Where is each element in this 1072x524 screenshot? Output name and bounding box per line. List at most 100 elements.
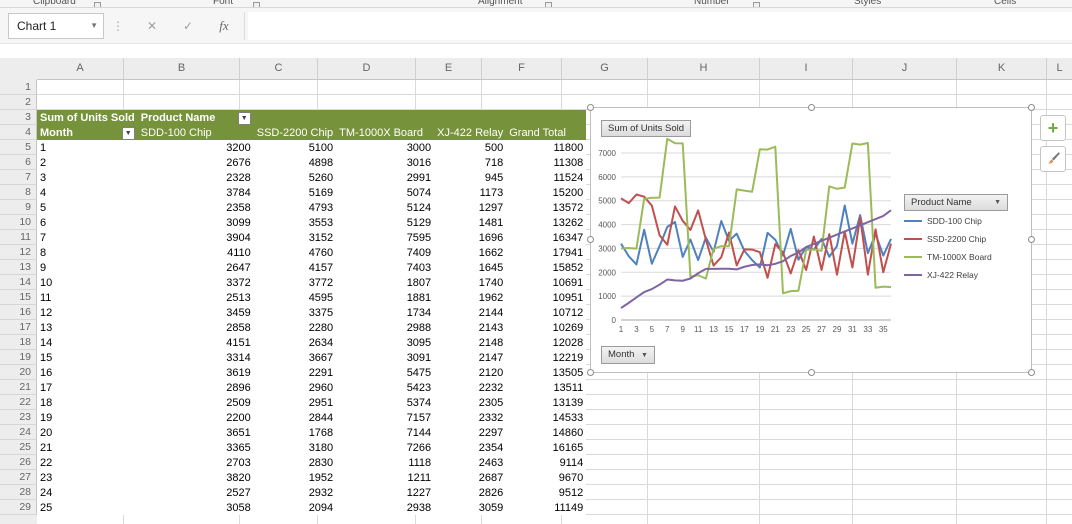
row-header-16[interactable]: 16 — [0, 305, 37, 320]
selection-handle[interactable] — [587, 236, 594, 243]
pivot-value-cell[interactable]: 2094 — [253, 500, 337, 515]
column-header-A[interactable]: A — [37, 58, 124, 80]
pivot-value-cell[interactable]: 2297 — [434, 425, 507, 440]
row-header-27[interactable]: 27 — [0, 470, 37, 485]
pivot-month-cell[interactable]: 2 — [37, 155, 138, 170]
pivot-value-cell[interactable]: 2143 — [434, 320, 507, 335]
pivot-value-cell[interactable]: 7144 — [336, 425, 435, 440]
selection-handle[interactable] — [1028, 236, 1035, 243]
pivot-chart[interactable]: 0 1000 2000 3000 4000 5000 6000 7000 1 3 5 7 9 11 13 15… — [587, 104, 1035, 376]
legend-item[interactable]: SDD-100 Chip — [904, 212, 992, 230]
row-header-21[interactable]: 21 — [0, 380, 37, 395]
pivot-value-cell[interactable]: 1768 — [253, 425, 337, 440]
selection-handle[interactable] — [587, 104, 594, 111]
pivot-value-cell[interactable]: 2280 — [253, 320, 337, 335]
pivot-value-cell[interactable]: 3152 — [253, 230, 337, 245]
pivot-value-cell[interactable]: 2527 — [137, 485, 254, 500]
row-header-12[interactable]: 12 — [0, 245, 37, 260]
pivot-value-cell[interactable]: 9512 — [506, 485, 587, 500]
pivot-value-cell[interactable]: 3000 — [336, 140, 435, 155]
pivot-value-cell[interactable]: 11149 — [506, 500, 587, 515]
column-header-G[interactable]: G — [562, 58, 648, 80]
month-filter-button[interactable]: ▼ — [121, 126, 135, 140]
chart-styles-button[interactable] — [1040, 146, 1066, 172]
column-header-I[interactable]: I — [760, 58, 853, 80]
pivot-value-cell[interactable]: 4760 — [253, 245, 337, 260]
pivot-value-cell[interactable]: 2354 — [434, 440, 507, 455]
pivot-month-cell[interactable]: 15 — [37, 350, 138, 365]
pivot-value-cell[interactable]: 2232 — [434, 380, 507, 395]
formula-bar-input[interactable] — [248, 12, 1072, 40]
pivot-month-cell[interactable]: 5 — [37, 200, 138, 215]
pivot-value-cell[interactable]: 2951 — [253, 395, 337, 410]
pivot-value-cell[interactable]: 1881 — [336, 290, 435, 305]
pivot-value-cell[interactable]: 13572 — [506, 200, 587, 215]
pivot-value-cell[interactable]: 4151 — [137, 335, 254, 350]
pivot-month-cell[interactable]: 21 — [37, 440, 138, 455]
pivot-value-cell[interactable]: 2200 — [137, 410, 254, 425]
pivot-value-cell[interactable]: 7266 — [336, 440, 435, 455]
column-header-K[interactable]: K — [957, 58, 1047, 80]
legend-item[interactable]: XJ-422 Relay — [904, 266, 992, 284]
pivot-value-cell[interactable]: 1211 — [336, 470, 435, 485]
pivot-value-cell[interactable]: 500 — [434, 140, 507, 155]
pivot-value-cell[interactable]: 2328 — [137, 170, 254, 185]
pivot-value-cell[interactable]: 2120 — [434, 365, 507, 380]
pivot-value-cell[interactable]: 3059 — [434, 500, 507, 515]
pivot-value-cell[interactable]: 13511 — [506, 380, 587, 395]
pivot-value-cell[interactable]: 718 — [434, 155, 507, 170]
pivot-value-cell[interactable]: 1227 — [336, 485, 435, 500]
pivot-value-cell[interactable]: 2844 — [253, 410, 337, 425]
pivot-value-cell[interactable]: 5129 — [336, 215, 435, 230]
pivot-value-cell[interactable]: 1962 — [434, 290, 507, 305]
pivot-value-cell[interactable]: 12219 — [506, 350, 587, 365]
pivot-value-cell[interactable]: 4898 — [253, 155, 337, 170]
pivot-value-cell[interactable]: 2896 — [137, 380, 254, 395]
row-header-4[interactable]: 4 — [0, 125, 37, 140]
pivot-month-cell[interactable]: 19 — [37, 410, 138, 425]
pivot-value-cell[interactable]: 5374 — [336, 395, 435, 410]
cancel-button[interactable]: ✕ — [140, 13, 164, 39]
pivot-value-cell[interactable]: 3058 — [137, 500, 254, 515]
pivot-title-cell[interactable]: Sum of Units Sold — [37, 110, 138, 125]
pivot-value-cell[interactable]: 3619 — [137, 365, 254, 380]
pivot-value-cell[interactable]: 5074 — [336, 185, 435, 200]
pivot-month-cell[interactable]: 3 — [37, 170, 138, 185]
pivot-value-cell[interactable]: 4110 — [137, 245, 254, 260]
pivot-value-cell[interactable]: 2634 — [253, 335, 337, 350]
pivot-col-field-cell[interactable]: ▼ Product Name — [137, 110, 254, 125]
pivot-month-cell[interactable]: 9 — [37, 260, 138, 275]
pivot-value-cell[interactable]: 3459 — [137, 305, 254, 320]
row-header-5[interactable]: 5 — [0, 140, 37, 155]
row-header-11[interactable]: 11 — [0, 230, 37, 245]
pivot-value-cell[interactable]: 4157 — [253, 260, 337, 275]
pivot-value-cell[interactable]: 7403 — [336, 260, 435, 275]
legend-item[interactable]: TM-1000X Board — [904, 248, 992, 266]
enter-button[interactable]: ✓ — [176, 13, 200, 39]
pivot-value-cell[interactable]: 2676 — [137, 155, 254, 170]
pivot-month-cell[interactable]: 7 — [37, 230, 138, 245]
row-header-1[interactable]: 1 — [0, 80, 37, 95]
pivot-value-cell[interactable]: 2291 — [253, 365, 337, 380]
selection-handle[interactable] — [1028, 369, 1035, 376]
column-header-B[interactable]: B — [124, 58, 240, 80]
pivot-month-cell[interactable]: 1 — [37, 140, 138, 155]
product-name-filter-button[interactable]: ▼ — [237, 111, 251, 125]
pivot-column-label-cell[interactable]: SDD-100 Chip — [137, 125, 254, 140]
pivot-value-cell[interactable]: 3820 — [137, 470, 254, 485]
column-header-H[interactable]: H — [648, 58, 760, 80]
selection-handle[interactable] — [808, 369, 815, 376]
pivot-value-cell[interactable]: 3091 — [336, 350, 435, 365]
pivot-month-cell[interactable]: 23 — [37, 470, 138, 485]
row-header-10[interactable]: 10 — [0, 215, 37, 230]
chart-axis-field-button[interactable]: Month ▼ — [601, 346, 655, 364]
pivot-value-cell[interactable]: 5169 — [253, 185, 337, 200]
pivot-value-cell[interactable]: 14533 — [506, 410, 587, 425]
pivot-value-cell[interactable]: 2960 — [253, 380, 337, 395]
pivot-value-cell[interactable]: 9670 — [506, 470, 587, 485]
row-header-25[interactable]: 25 — [0, 440, 37, 455]
pivot-month-cell[interactable]: 8 — [37, 245, 138, 260]
pivot-value-cell[interactable]: 13139 — [506, 395, 587, 410]
pivot-value-cell[interactable]: 3372 — [137, 275, 254, 290]
pivot-value-cell[interactable]: 7409 — [336, 245, 435, 260]
